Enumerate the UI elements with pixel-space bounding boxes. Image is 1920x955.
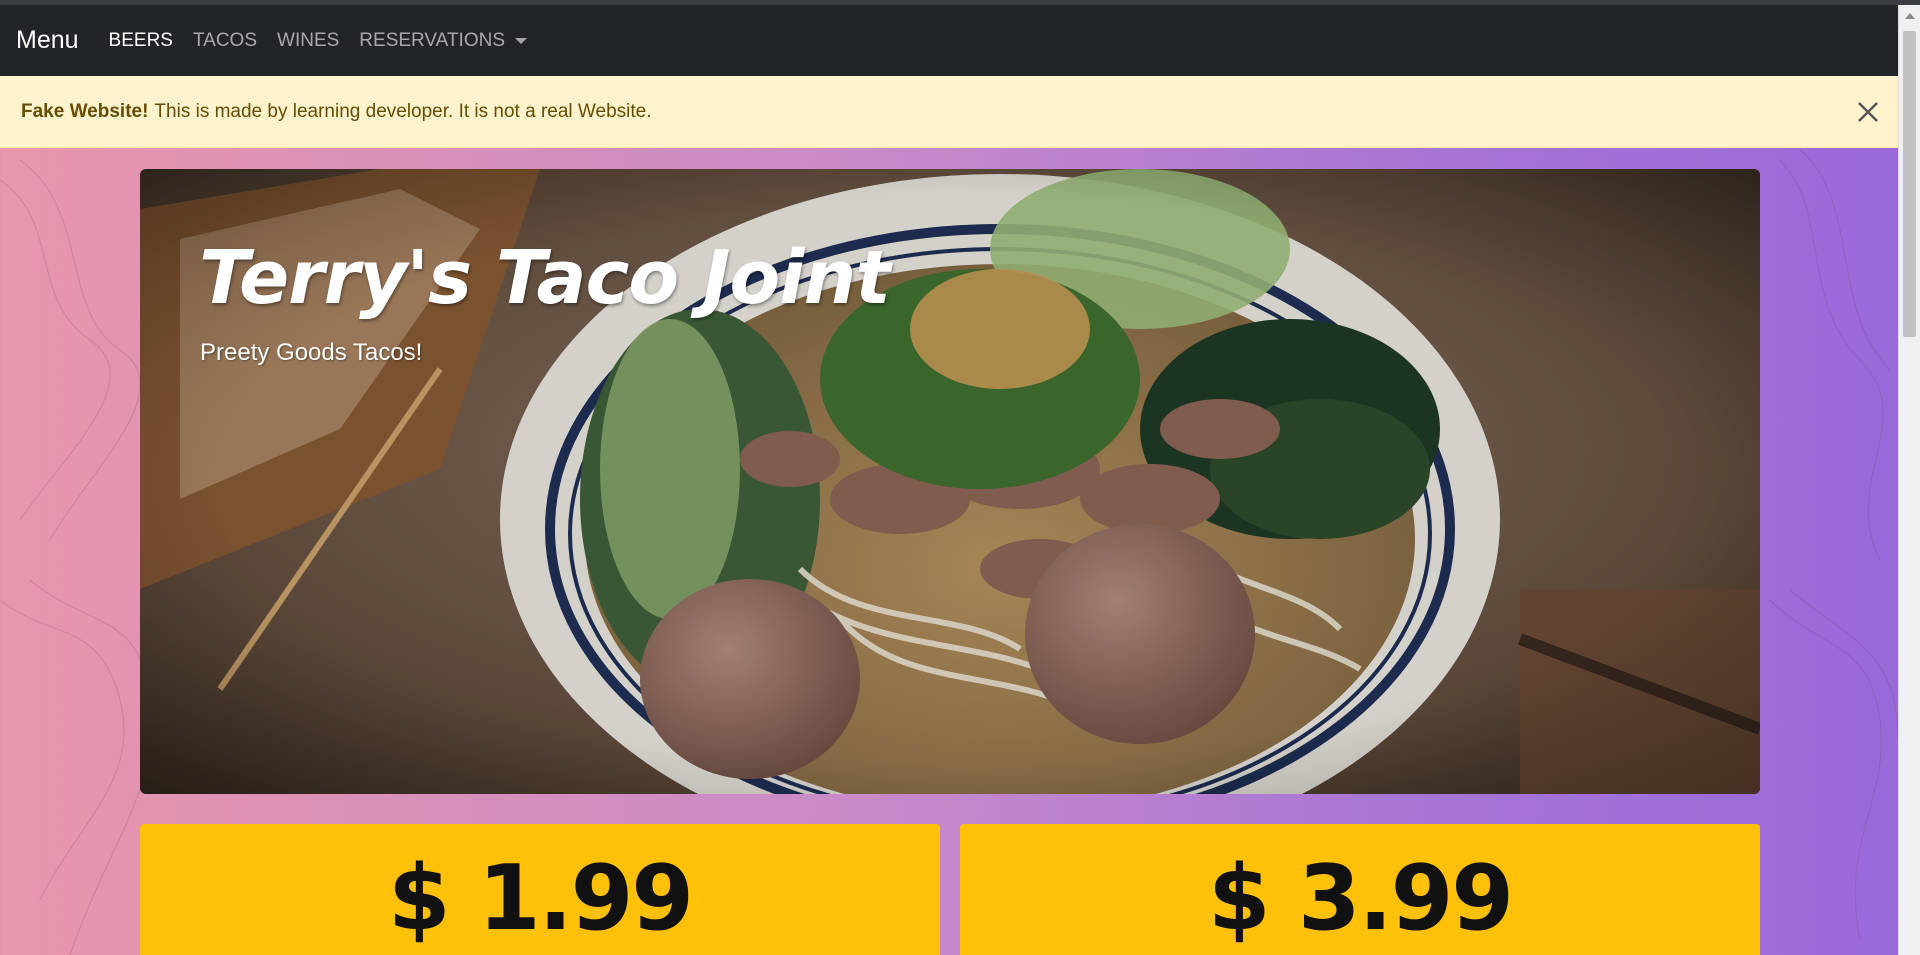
scroll-up-arrow-icon[interactable]: [1905, 13, 1915, 19]
navbar: Menu BEERS TACOS WINES RESERVATIONS: [0, 5, 1898, 76]
hero-subtitle: Preety Goods Tacos!: [200, 339, 423, 366]
price-label: $ 3.99: [1207, 846, 1514, 951]
nav-link-wines[interactable]: WINES: [277, 30, 339, 52]
warning-alert: Fake Website! This is made by learning de…: [0, 76, 1898, 148]
price-card: $ 3.99: [960, 824, 1760, 955]
nav-link-beers-label: BEERS: [108, 29, 173, 51]
nav-link-reservations-label: RESERVATIONS: [359, 29, 505, 51]
nav-dropdown-reservations[interactable]: RESERVATIONS: [359, 30, 527, 52]
hero-title: Terry's Taco Joint: [199, 235, 891, 321]
scroll-thumb[interactable]: [1903, 31, 1916, 337]
nav-link-tacos-label: TACOS: [192, 29, 258, 51]
nav-link-wines-label: WINES: [277, 29, 340, 51]
alert-text: Fake Website! This is made by learning de…: [21, 101, 652, 123]
price-label: $ 1.99: [387, 846, 694, 951]
caret-down-icon: [515, 37, 527, 44]
alert-close-button[interactable]: [1854, 98, 1882, 126]
alert-message: This is made by learning developer. It i…: [154, 100, 652, 122]
navbar-brand[interactable]: Menu: [16, 26, 79, 55]
price-card: $ 1.99: [140, 824, 940, 955]
close-icon: [1858, 102, 1878, 122]
nav-link-beers[interactable]: BEERS: [109, 30, 173, 52]
page-scrollbar[interactable]: [1898, 5, 1920, 955]
nav-link-tacos[interactable]: TACOS: [193, 30, 257, 52]
hero-banner: Terry's Taco Joint Preety Goods Tacos!: [140, 169, 1760, 794]
alert-strong: Fake Website!: [21, 100, 149, 122]
